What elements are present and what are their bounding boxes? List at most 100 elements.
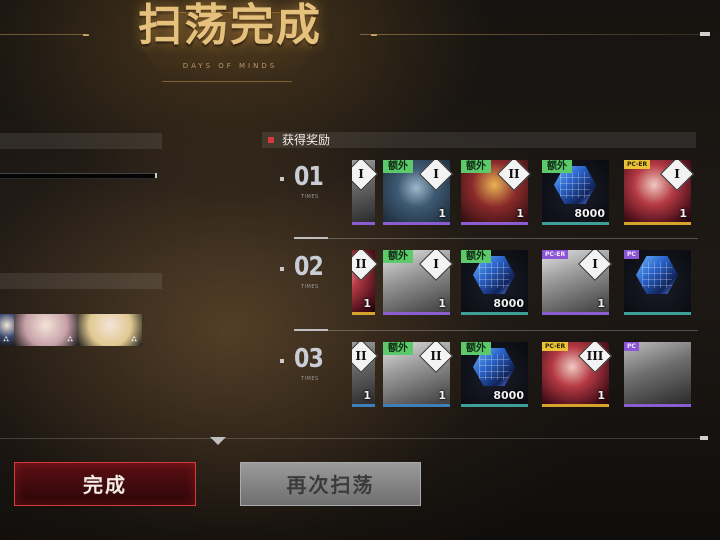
reward-item[interactable]: 额外 8000 (461, 250, 528, 316)
item-quantity: 1 (597, 297, 605, 310)
reward-item[interactable]: 额外 8000 (461, 342, 528, 408)
item-quantity: 1 (597, 389, 605, 402)
tier-label: I (674, 167, 680, 181)
reward-item[interactable]: 额外 8000 (542, 160, 609, 226)
title-block: - 扫荡完成 - DAYS OF MINDS (80, 0, 380, 85)
rewards-marker (268, 137, 274, 143)
reward-row: 02TIMES额外II1额外I1额外8000PC-ERI1PC (280, 250, 700, 334)
pc-badge: PC-ER (542, 250, 569, 259)
row-number: 01 (294, 162, 324, 192)
row-number: 02 (294, 252, 324, 282)
tier-label: I (358, 167, 364, 181)
tier-label: II (430, 349, 442, 363)
sweep-again-button[interactable]: 再次扫荡 (240, 462, 421, 506)
row-number: 03 (294, 344, 324, 374)
reward-row: 01 TIMES I 额外 I 1 额外 II 1 额外 8000 PC-ER I 1 (280, 160, 700, 244)
extra-badge: 额外 (542, 160, 572, 173)
reward-item[interactable]: 额外 II 1 (461, 160, 531, 226)
reward-item[interactable]: PC (624, 250, 691, 316)
tier-label: I (433, 167, 439, 181)
class-icon: ⛼ (131, 334, 138, 343)
item-quantity: 8000 (493, 297, 524, 310)
item-quantity: 1 (438, 207, 446, 220)
rarity-bar (352, 404, 375, 407)
header-line-left (0, 34, 86, 35)
header-line-right (360, 34, 700, 35)
tier-label: II (355, 257, 367, 271)
class-icon: ⛼ (3, 334, 10, 343)
reward-item-list: 额外II1额外I1额外8000PC-ERI1PC (352, 250, 698, 318)
footer-pointer (210, 437, 226, 445)
rarity-bar (383, 404, 450, 407)
row-times-label: TIMES (301, 284, 319, 290)
rewards-title: 获得奖励 (282, 133, 331, 147)
pc-badge: PC (624, 342, 639, 351)
extra-badge: 额外 (461, 342, 491, 355)
item-quantity: 8000 (493, 389, 524, 402)
rarity-bar (461, 404, 528, 407)
done-button[interactable]: 完成 (14, 462, 196, 506)
rarity-bar (352, 222, 375, 225)
reward-item-art (624, 250, 691, 312)
row-divider (294, 237, 698, 239)
extra-badge: 额外 (383, 160, 413, 173)
reward-row: 03TIMES额外II1额外II1额外8000PC-ERIII1PC (280, 342, 700, 426)
reward-item[interactable]: 额外II1 (352, 342, 378, 408)
progress-bar-end (155, 173, 157, 178)
item-quantity: 1 (516, 207, 524, 220)
character-portrait: ⛼ (78, 314, 142, 346)
tier-label: II (508, 167, 520, 181)
page-title: 扫荡完成 (138, 0, 322, 51)
header-end-marker (700, 32, 710, 36)
reward-item[interactable]: 额外 II 1 (383, 342, 453, 408)
reward-item-list: 额外II1额外II1额外8000PC-ERIII1PC (352, 342, 698, 410)
class-icon: ⛼ (67, 334, 74, 343)
rarity-bar (624, 312, 691, 315)
tier-label: I (592, 257, 598, 271)
rarity-bar (624, 222, 691, 225)
rarity-bar (352, 312, 375, 315)
left-section-bar-1 (0, 133, 162, 149)
rarity-bar (461, 312, 528, 315)
character-portrait: ⛼ (0, 314, 14, 346)
character-portrait: ⛼ (14, 314, 78, 346)
rarity-bar (383, 222, 450, 225)
reward-item[interactable]: PC-ER I 1 (542, 250, 612, 316)
reward-item[interactable]: 额外 I 1 (383, 250, 453, 316)
row-bullet (280, 177, 284, 181)
row-divider-accent (294, 237, 328, 239)
reward-item[interactable]: 额外 I 1 (383, 160, 453, 226)
extra-badge: 额外 (383, 342, 413, 355)
extra-badge: 额外 (461, 160, 491, 173)
portrait-strip: ⛼ ⛼ ⛼ (0, 314, 144, 346)
tier-label: II (355, 349, 367, 363)
footer-end-marker (700, 436, 708, 440)
reward-item[interactable]: 额外II1 (352, 250, 378, 316)
item-quantity: 1 (438, 297, 446, 310)
rarity-bar (383, 312, 450, 315)
item-quantity: 1 (679, 207, 687, 220)
extra-badge: 额外 (383, 250, 413, 263)
row-divider (294, 329, 698, 331)
item-quantity: 1 (363, 297, 371, 310)
crystal-cube-icon (636, 256, 678, 294)
extra-badge: 额外 (461, 250, 491, 263)
reward-item[interactable]: PC-ER III 1 (542, 342, 612, 408)
tier-label: I (433, 257, 439, 271)
reward-item[interactable]: PC (624, 342, 691, 408)
page-subtitle: DAYS OF MINDS (182, 62, 278, 70)
row-times-label: TIMES (301, 194, 319, 200)
item-quantity: 1 (363, 389, 371, 402)
tier-label: III (586, 349, 604, 363)
reward-item-art (624, 342, 691, 404)
row-times-label: TIMES (301, 376, 319, 382)
reward-item[interactable]: PC-ER I 1 (624, 160, 694, 226)
row-divider-accent (294, 329, 328, 331)
item-quantity: 8000 (574, 207, 605, 220)
rarity-bar (542, 404, 609, 407)
rarity-bar (624, 404, 691, 407)
rarity-bar (542, 312, 609, 315)
reward-item[interactable]: I (352, 160, 378, 226)
pc-badge: PC-ER (542, 342, 569, 351)
item-quantity: 1 (438, 389, 446, 402)
